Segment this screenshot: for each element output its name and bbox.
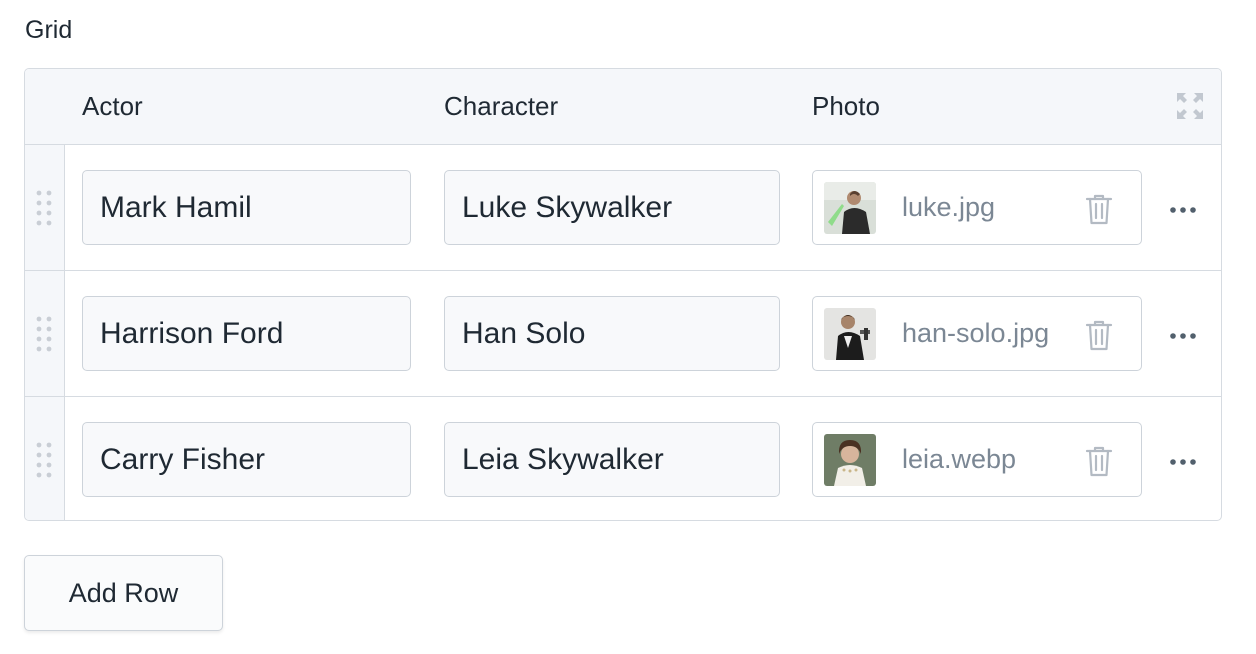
trash-icon[interactable] bbox=[1084, 193, 1114, 225]
field-label: Grid bbox=[25, 16, 73, 44]
drag-handle[interactable] bbox=[25, 397, 65, 520]
character-input[interactable] bbox=[444, 296, 780, 371]
column-header-character: Character bbox=[444, 91, 559, 121]
photo-thumbnail bbox=[824, 308, 876, 360]
drag-handle[interactable] bbox=[25, 271, 65, 396]
photo-thumbnail bbox=[824, 182, 876, 234]
grid-header: Actor Character Photo bbox=[25, 69, 1221, 145]
table-row: han-solo.jpg bbox=[25, 271, 1221, 397]
drag-handle[interactable] bbox=[25, 145, 65, 270]
column-header-photo: Photo bbox=[812, 91, 880, 121]
expand-icon[interactable] bbox=[1175, 91, 1205, 121]
actor-input[interactable] bbox=[82, 170, 411, 245]
actor-input[interactable] bbox=[82, 296, 411, 371]
actor-input[interactable] bbox=[82, 422, 411, 497]
photo-file-name: leia.webp bbox=[902, 444, 1017, 474]
character-input[interactable] bbox=[444, 422, 780, 497]
photo-file-field[interactable]: han-solo.jpg bbox=[812, 296, 1142, 371]
more-horizontal-icon[interactable] bbox=[1168, 449, 1198, 475]
character-input[interactable] bbox=[444, 170, 780, 245]
photo-thumbnail bbox=[824, 434, 876, 486]
column-header-actor: Actor bbox=[82, 91, 143, 121]
photo-file-name: han-solo.jpg bbox=[902, 318, 1050, 348]
trash-icon[interactable] bbox=[1084, 445, 1114, 477]
photo-file-field[interactable]: leia.webp bbox=[812, 422, 1142, 497]
photo-file-field[interactable]: luke.jpg bbox=[812, 170, 1142, 245]
grid-table: Actor Character Photo Mark Hamil Luke Sk… bbox=[24, 68, 1222, 521]
trash-icon[interactable] bbox=[1084, 319, 1114, 351]
table-row: luke.jpg bbox=[25, 145, 1221, 271]
photo-file-name: luke.jpg bbox=[902, 192, 996, 222]
more-horizontal-icon[interactable] bbox=[1168, 197, 1198, 223]
table-row: leia.webp bbox=[25, 397, 1221, 520]
add-row-button[interactable]: Add Row bbox=[24, 555, 223, 631]
more-horizontal-icon[interactable] bbox=[1168, 323, 1198, 349]
